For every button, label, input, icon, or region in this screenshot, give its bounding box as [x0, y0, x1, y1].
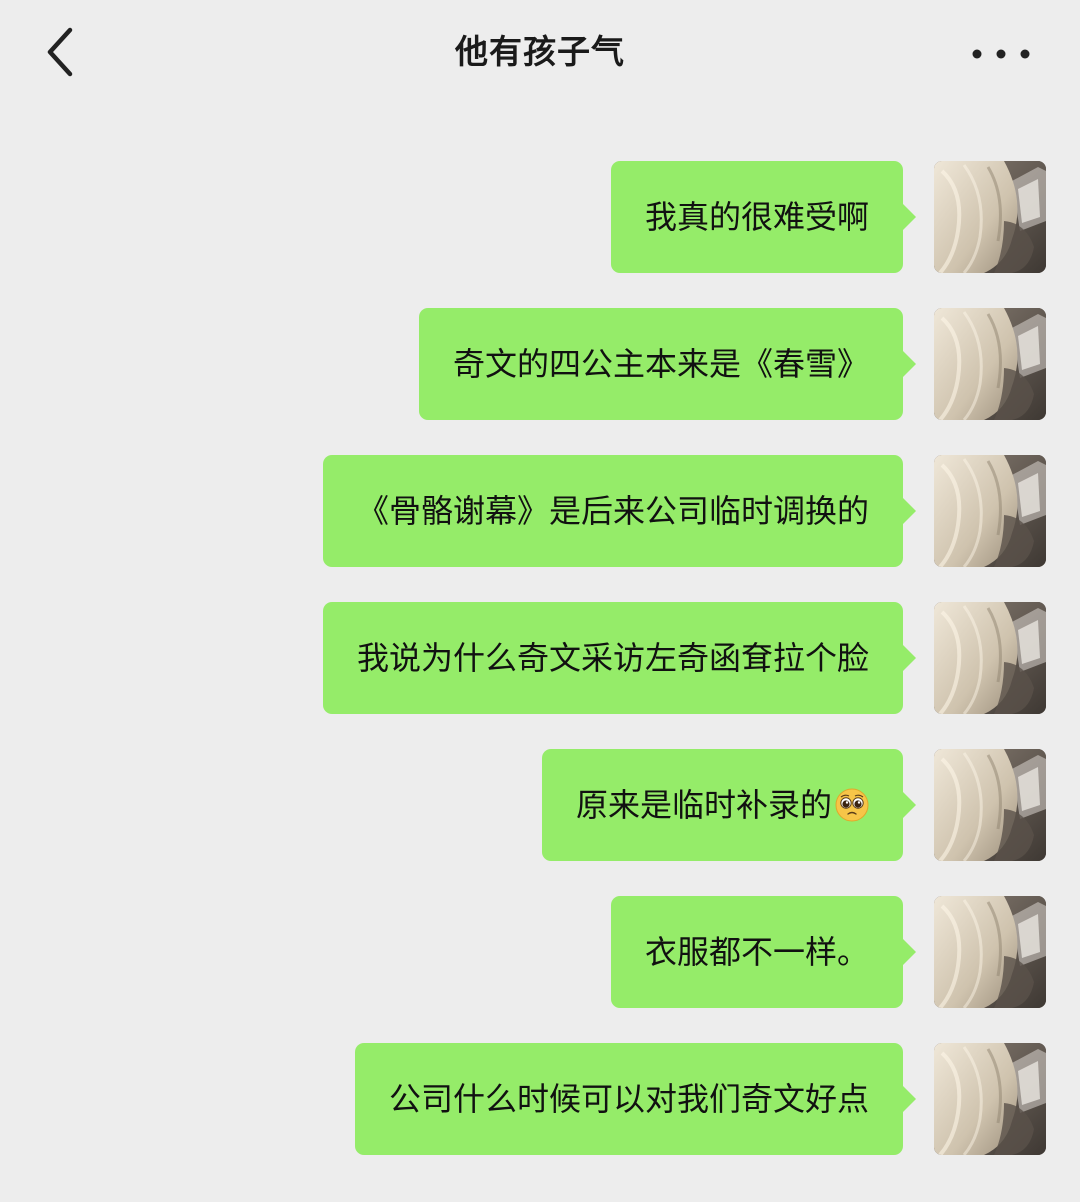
message-text: 我真的很难受啊	[644, 198, 869, 236]
avatar-image	[934, 455, 1046, 567]
message-row: 奇文的四公主本来是《春雪》	[46, 308, 1046, 420]
avatar[interactable]	[934, 161, 1046, 273]
chat-title: 他有孩子气	[455, 32, 625, 71]
avatar[interactable]	[934, 896, 1046, 1008]
avatar[interactable]	[934, 308, 1046, 420]
avatar[interactable]	[934, 1043, 1046, 1155]
message-bubble[interactable]: 奇文的四公主本来是《春雪》	[418, 308, 917, 420]
avatar-image	[934, 896, 1046, 1008]
chat-header: 他有孩子气	[0, 0, 1080, 108]
message-bubble[interactable]: 原来是临时补录的	[541, 749, 917, 861]
message-row: 公司什么时候可以对我们奇文好点	[46, 1043, 1046, 1155]
more-horizontal-icon	[972, 49, 1030, 59]
pleading-face-emoji	[835, 788, 869, 822]
avatar[interactable]	[934, 749, 1046, 861]
message-bubble[interactable]: 我真的很难受啊	[610, 161, 917, 273]
message-bubble[interactable]: 衣服都不一样。	[610, 896, 917, 1008]
message-bubble[interactable]: 公司什么时候可以对我们奇文好点	[354, 1043, 917, 1155]
message-text: 公司什么时候可以对我们奇文好点	[388, 1080, 869, 1118]
message-row: 衣服都不一样。	[46, 896, 1046, 1008]
message-bubble[interactable]: 《骨骼谢幕》是后来公司临时调换的	[322, 455, 917, 567]
more-options-button[interactable]	[966, 30, 1036, 78]
message-row: 我真的很难受啊	[46, 161, 1046, 273]
avatar-image	[934, 1043, 1046, 1155]
avatar[interactable]	[934, 455, 1046, 567]
avatar-image	[934, 308, 1046, 420]
message-text: 奇文的四公主本来是《春雪》	[452, 345, 869, 383]
message-row: 《骨骼谢幕》是后来公司临时调换的	[46, 455, 1046, 567]
message-text: 原来是临时补录的	[575, 786, 832, 824]
avatar-image	[934, 161, 1046, 273]
message-text: 衣服都不一样。	[644, 933, 869, 971]
message-text: 《骨骼谢幕》是后来公司临时调换的	[356, 492, 869, 530]
avatar[interactable]	[934, 602, 1046, 714]
message-row: 我说为什么奇文采访左奇函耷拉个脸	[46, 602, 1046, 714]
message-text: 我说为什么奇文采访左奇函耷拉个脸	[356, 639, 869, 677]
message-bubble[interactable]: 我说为什么奇文采访左奇函耷拉个脸	[322, 602, 917, 714]
avatar-image	[934, 749, 1046, 861]
avatar-image	[934, 602, 1046, 714]
message-row: 原来是临时补录的	[46, 749, 1046, 861]
